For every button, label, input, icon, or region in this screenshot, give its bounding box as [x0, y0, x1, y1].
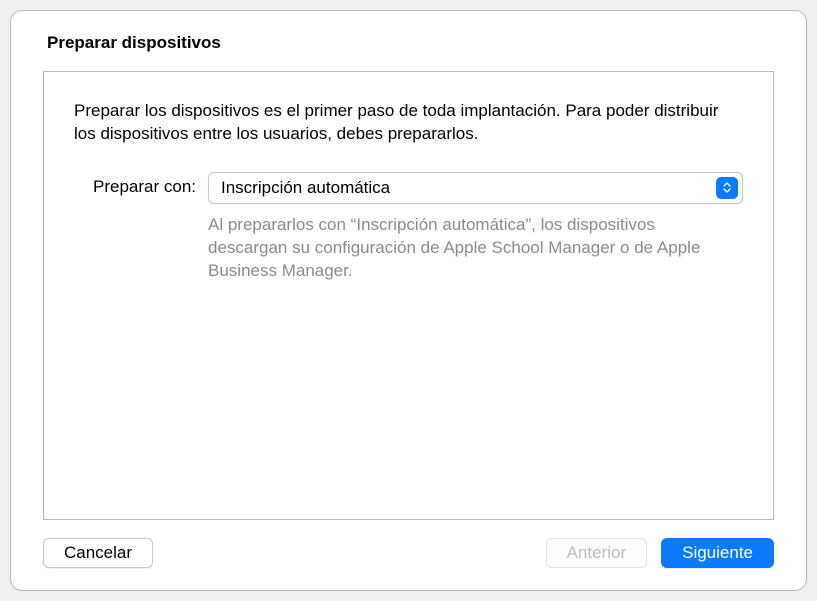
dialog-content: Preparar los dispositivos es el primer p… — [43, 71, 774, 520]
cancel-button[interactable]: Cancelar — [43, 538, 153, 568]
prepare-with-label: Preparar con: — [74, 172, 196, 197]
prepare-devices-dialog: Preparar dispositivos Preparar los dispo… — [10, 10, 807, 591]
previous-button: Anterior — [546, 538, 648, 568]
prepare-with-select[interactable]: Inscripción automática — [208, 172, 743, 204]
prepare-with-row: Preparar con: Inscripción automática Al … — [74, 172, 743, 283]
updown-chevron-icon — [716, 177, 738, 199]
prepare-with-value: Inscripción automática — [209, 178, 716, 198]
intro-text: Preparar los dispositivos es el primer p… — [74, 100, 743, 146]
next-button[interactable]: Siguiente — [661, 538, 774, 568]
dialog-title: Preparar dispositivos — [47, 33, 774, 53]
prepare-with-help: Al prepararlos con “Inscripción automáti… — [208, 214, 743, 283]
dialog-button-row: Cancelar Anterior Siguiente — [43, 538, 774, 568]
